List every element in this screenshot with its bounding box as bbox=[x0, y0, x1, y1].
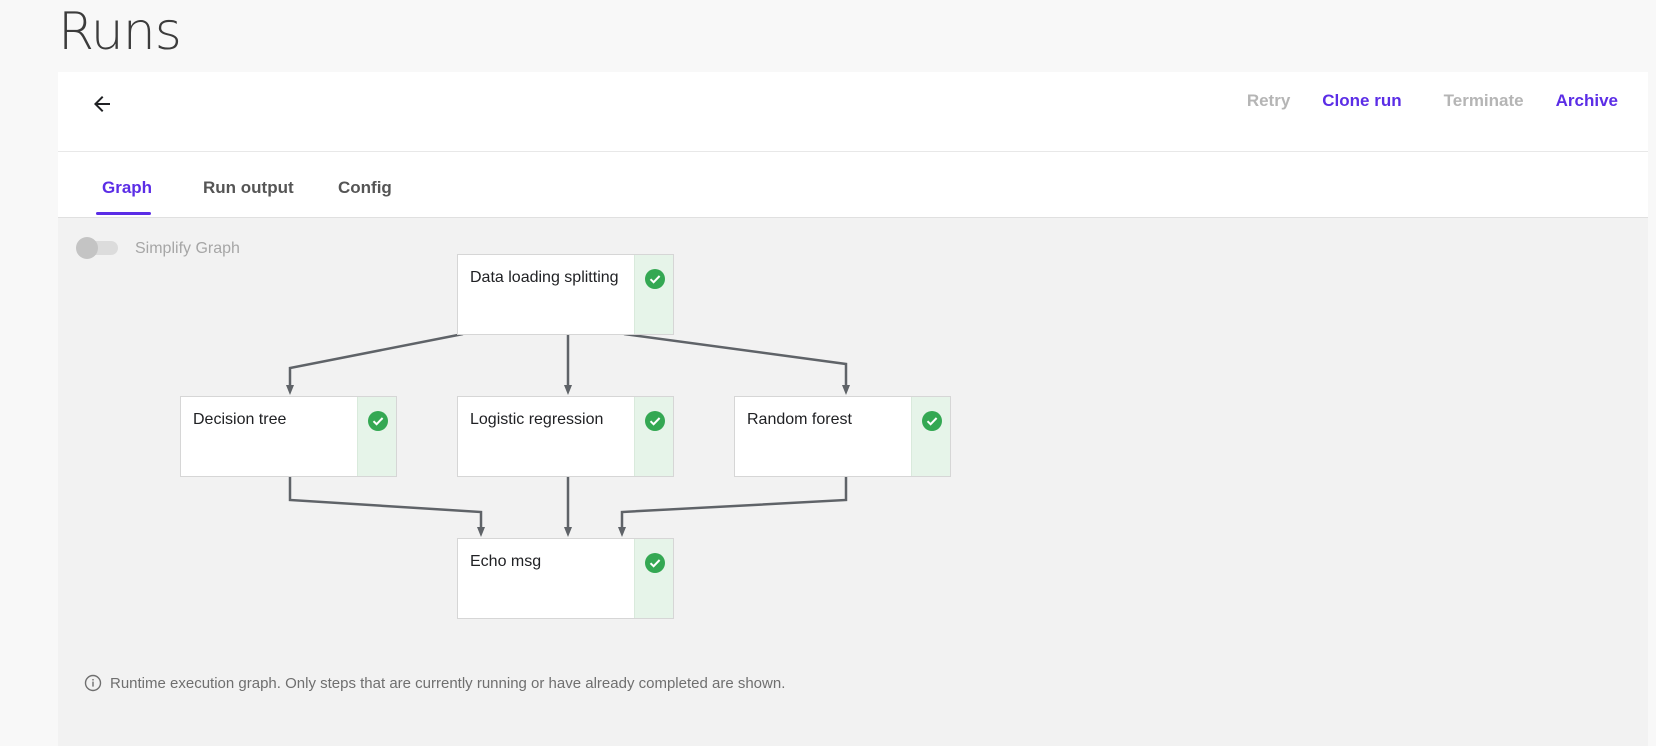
tab-config[interactable]: Config bbox=[338, 178, 392, 198]
clone-run-button[interactable]: Clone run bbox=[1322, 91, 1401, 111]
node-label: Random forest bbox=[747, 411, 852, 428]
tab-bar bbox=[58, 152, 1648, 218]
graph-edges bbox=[286, 332, 850, 537]
node-status bbox=[634, 255, 673, 334]
node-status bbox=[357, 397, 396, 476]
run-toolbar: Retry Clone run Terminate Archive bbox=[58, 72, 1648, 152]
node-label: Decision tree bbox=[193, 411, 287, 428]
active-tab-indicator bbox=[96, 212, 151, 215]
run-details-panel: Retry Clone run Terminate Archive Graph … bbox=[58, 72, 1648, 746]
terminate-button[interactable]: Terminate bbox=[1444, 91, 1524, 111]
graph-info-note: Runtime execution graph. Only steps that… bbox=[84, 674, 785, 692]
tab-run-output[interactable]: Run output bbox=[203, 178, 294, 198]
node-echo-msg[interactable]: Echo msg bbox=[457, 538, 674, 619]
check-circle-icon bbox=[368, 411, 388, 431]
check-circle-icon bbox=[645, 411, 665, 431]
check-circle-icon bbox=[922, 411, 942, 431]
node-label: Logistic regression bbox=[470, 411, 604, 428]
node-label: Data loading splitting bbox=[470, 269, 619, 286]
node-logistic-regression[interactable]: Logistic regression bbox=[457, 396, 674, 477]
info-icon bbox=[84, 674, 102, 692]
node-data-loading-splitting[interactable]: Data loading splitting bbox=[457, 254, 674, 335]
graph-info-text: Runtime execution graph. Only steps that… bbox=[110, 674, 786, 692]
node-status bbox=[634, 539, 673, 618]
node-decision-tree[interactable]: Decision tree bbox=[180, 396, 397, 477]
archive-button[interactable]: Archive bbox=[1556, 91, 1618, 111]
node-label: Echo msg bbox=[470, 553, 542, 570]
edge-data-to-decision bbox=[286, 332, 464, 395]
arrow-left-icon bbox=[94, 96, 110, 112]
node-status bbox=[911, 397, 950, 476]
tab-graph[interactable]: Graph bbox=[102, 178, 152, 198]
run-actions: Retry Clone run Terminate Archive bbox=[1215, 91, 1618, 111]
edge-data-to-forest bbox=[623, 332, 850, 395]
node-random-forest[interactable]: Random forest bbox=[734, 396, 951, 477]
retry-button[interactable]: Retry bbox=[1247, 91, 1290, 111]
check-circle-icon bbox=[645, 269, 665, 289]
check-circle-icon bbox=[645, 553, 665, 573]
node-status bbox=[634, 397, 673, 476]
graph-canvas: Simplify Graph Data loading splitting De… bbox=[58, 218, 1648, 746]
back-button[interactable] bbox=[86, 88, 118, 120]
page-title: Runs bbox=[58, 2, 182, 62]
